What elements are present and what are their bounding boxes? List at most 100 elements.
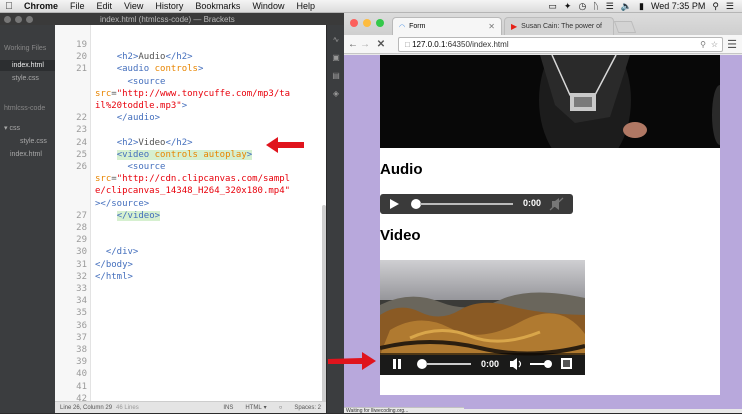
timemachine-icon[interactable]: ◷: [578, 1, 586, 12]
line-number: 29: [76, 235, 87, 246]
code-line[interactable]: </div>: [95, 246, 139, 258]
audio-player[interactable]: 0:00: [380, 194, 573, 214]
new-tab-button[interactable]: [613, 21, 637, 33]
minimize-window-button[interactable]: [15, 15, 22, 23]
close-window-button[interactable]: [4, 15, 11, 23]
code-token: src: [95, 88, 112, 99]
indent-setting[interactable]: Spaces: 2: [294, 405, 321, 411]
address-bar[interactable]: □ 127.0.0.1:64350/index.html ⚲ ☆: [398, 37, 723, 52]
file-index-html[interactable]: index.html: [10, 151, 42, 158]
stop-loading-icon[interactable]: ✕: [375, 39, 387, 50]
line-number: 40: [76, 369, 87, 380]
code-token: </h2>: [165, 52, 193, 63]
code-line[interactable]: <video controls autoplay>: [95, 149, 253, 161]
speaker-photo: [380, 55, 720, 148]
code-line[interactable]: </html>: [95, 271, 133, 283]
video-controls: 0:00: [380, 353, 585, 375]
code-token: </html>: [95, 271, 133, 282]
forward-arrow-icon[interactable]: →: [359, 39, 371, 50]
chrome-menu-icon[interactable]: ☰: [727, 38, 737, 51]
line-number: 33: [76, 284, 87, 294]
chrome-tab-strip: ◠ Form ✕ ▶ Susan Cain: The power of: [344, 13, 742, 35]
code-line[interactable]: src="http://cdn.clipcanvas.com/sampl: [95, 173, 290, 185]
working-file-style[interactable]: style.css: [12, 75, 39, 82]
menu-app-name[interactable]: Chrome: [18, 1, 64, 11]
lint-status-icon[interactable]: ○: [279, 405, 283, 411]
code-token: <h2>: [116, 52, 139, 63]
code-token: <video: [116, 149, 155, 160]
zoom-window-button[interactable]: [376, 19, 384, 27]
code-line[interactable]: e/clipcanvas_14348_H264_320x180.mp4": [95, 185, 290, 197]
line-number: 26: [76, 162, 87, 172]
menu-help[interactable]: Help: [290, 1, 321, 11]
loading-spinner-icon: ◠: [399, 23, 406, 31]
code-line[interactable]: <source: [95, 76, 166, 88]
code-line[interactable]: </audio>: [95, 112, 160, 124]
code-token: </video>: [116, 210, 161, 221]
line-number: 30: [76, 247, 87, 258]
pause-icon: [393, 359, 396, 369]
menu-clock[interactable]: Wed 7:35 PM: [651, 1, 705, 11]
line-number: 36: [76, 320, 87, 331]
window-controls: [0, 15, 56, 23]
notification-center-icon[interactable]: ☰: [726, 1, 734, 12]
minimize-window-button[interactable]: [363, 19, 371, 27]
apple-menu-icon[interactable]: : [0, 1, 18, 12]
code-line[interactable]: il%20toddle.mp3">: [95, 100, 187, 112]
language-select[interactable]: HTML: [245, 405, 261, 411]
menu-edit[interactable]: Edit: [91, 1, 119, 11]
close-tab-icon[interactable]: ✕: [488, 22, 495, 31]
code-token: </body>: [95, 259, 133, 270]
zoom-window-button[interactable]: [26, 15, 33, 23]
video-time: 0:00: [481, 359, 500, 369]
brackets-window: index.html (htmlcss-code) — Brackets Wor…: [0, 13, 344, 413]
extension-manager-icon[interactable]: ▣: [331, 53, 341, 63]
code-token: "http://cdn.clipcanvas.com/sampl: [116, 174, 291, 185]
menu-bookmarks[interactable]: Bookmarks: [189, 1, 246, 11]
line-number: 21: [76, 64, 87, 75]
dropbox-icon[interactable]: ✦: [564, 1, 572, 12]
folder-css[interactable]: ▾ css: [4, 124, 20, 132]
close-window-button[interactable]: [350, 19, 358, 27]
insert-mode[interactable]: INS: [223, 405, 233, 411]
screen-mirror-icon[interactable]: ▭: [548, 1, 557, 12]
wifi-icon[interactable]: ☰: [606, 1, 614, 12]
menu-file[interactable]: File: [64, 1, 91, 11]
chrome-window-controls: [350, 19, 384, 27]
mac-menu-bar:  Chrome File Edit View History Bookmark…: [0, 0, 742, 13]
tab-form[interactable]: ◠ Form ✕: [392, 17, 502, 35]
chart-icon[interactable]: ▤: [331, 71, 341, 81]
menu-view[interactable]: View: [118, 1, 149, 11]
live-preview-icon[interactable]: ∿: [331, 35, 341, 45]
tab-susan-cain[interactable]: ▶ Susan Cain: The power of: [504, 17, 614, 35]
battery-icon[interactable]: ▮: [639, 1, 644, 12]
file-style-css[interactable]: style.css: [20, 138, 47, 145]
menu-extras: ▭ ✦ ◷ ᚢ ☰ 🔈 ▮ Wed 7:35 PM ⚲ ☰: [548, 1, 742, 12]
working-file-index[interactable]: index.html: [0, 60, 55, 71]
code-line[interactable]: ></source>: [95, 198, 149, 210]
layers-icon[interactable]: ◈: [331, 89, 341, 99]
video-player[interactable]: 0:00: [380, 260, 585, 375]
menu-window[interactable]: Window: [246, 1, 290, 11]
code-line[interactable]: <h2>Audio</h2>: [95, 51, 193, 63]
code-editor[interactable]: 19 20 <h2>Audio</h2> 21 <audio controls> <…: [55, 25, 326, 413]
zoom-icon[interactable]: ⚲: [700, 38, 706, 51]
code-line[interactable]: <source: [95, 161, 166, 173]
menu-history[interactable]: History: [149, 1, 189, 11]
bluetooth-icon[interactable]: ᚢ: [593, 1, 598, 11]
code-token: controls: [154, 64, 198, 75]
code-line[interactable]: </video>: [95, 210, 161, 222]
brackets-title: index.html (htmlcss-code) — Brackets: [100, 14, 235, 24]
code-token: Video: [138, 137, 166, 148]
project-label[interactable]: htmlcss-code: [4, 105, 45, 112]
spotlight-icon[interactable]: ⚲: [712, 1, 719, 12]
bookmark-star-icon[interactable]: ☆: [711, 38, 718, 51]
code-line[interactable]: <audio controls>: [95, 63, 204, 75]
code-line[interactable]: src="http://www.tonycuffe.com/mp3/ta: [95, 88, 290, 100]
code-line[interactable]: </body>: [95, 259, 133, 271]
code-line[interactable]: <h2>Video</h2>: [95, 137, 193, 149]
back-arrow-icon[interactable]: ←: [347, 39, 359, 50]
volume-icon[interactable]: 🔈: [621, 1, 632, 12]
